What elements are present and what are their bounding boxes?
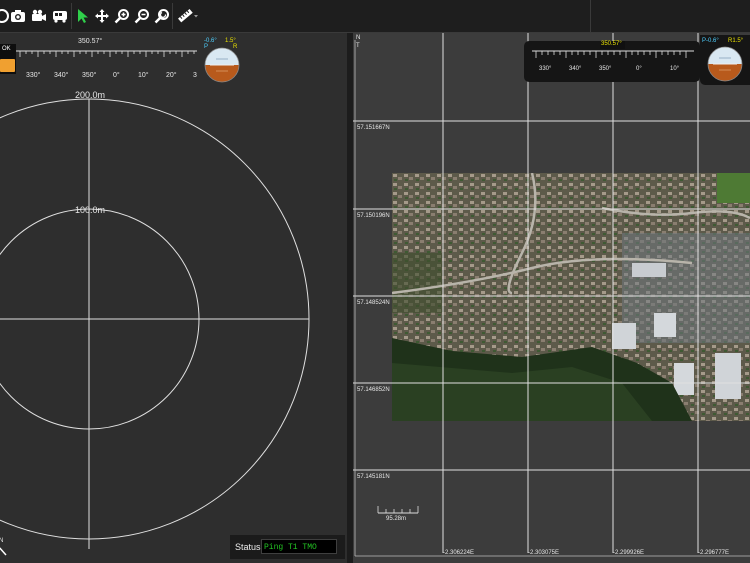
zoom-fit-icon[interactable] [153,7,170,24]
select-cursor-icon[interactable] [74,7,91,24]
map-pitch-label: P-0.6° [702,38,719,44]
map-heading-value: 350.57° [601,41,622,47]
north-arrow-icon [0,547,7,556]
lat-label: 57.146852N [357,387,390,393]
status-value: Ping T1 TMO [261,539,337,554]
range-rings [0,98,310,549]
range-outer-label: 200.0m [75,90,106,100]
zoom-in-icon[interactable] [113,7,130,24]
status-bar: Status Ping T1 TMO [230,535,345,559]
zoom-out-icon[interactable] [133,7,150,24]
north-mark: N [0,538,4,544]
toolbar-right-panel [590,0,750,32]
north-arrow: N [0,538,8,558]
lat-label: 57.145181N [357,474,390,480]
lon-label: -2.303075E [528,550,560,556]
true-mark: T [356,43,360,49]
video-camera-icon[interactable] [30,7,47,24]
status-label: Status [235,542,261,552]
map-tape-label: 330° [539,66,552,72]
map-tape-label: 340° [569,66,582,72]
main-toolbar [0,0,750,33]
lon-label: -2.299926E [613,550,645,556]
lat-label: 57.151667N [357,125,390,131]
map-grid [353,33,750,557]
scale-bar-ruler [377,506,419,514]
scale-label: 95.28m [386,516,407,522]
toolbar-separator [71,3,72,29]
map-tape-label: 10° [670,66,680,72]
map-heading-tape-scale [532,41,694,58]
scale-bar: 95.28m [376,503,420,529]
measure-ruler-icon[interactable] [177,7,199,24]
map-roll-label: R1.5° [728,38,744,44]
lon-label: -2.306224E [443,550,475,556]
toolbar-separator [172,3,173,29]
map-tape-label: 350° [599,66,612,72]
pan-move-icon[interactable] [93,7,110,24]
map-attitude-indicator: P-0.6° R1.5° [700,35,750,85]
range-inner-label: 100.0m [75,205,106,215]
lat-label: 57.148524N [357,300,390,306]
radar-view-panel[interactable]: OK 350.57° 330° 340° 350° 0° 10° 20° 3 -… [0,33,347,563]
map-heading-tape: 350.57° 330° 340° 350° 0° 10° [524,41,700,82]
map-tape-label: 0° [636,66,642,72]
lon-label: -2.296777E [698,550,730,556]
map-view-panel[interactable]: N T 57.151667N 57.150196N 57.148524N 57.… [353,33,750,563]
lat-label: 57.150196N [357,213,390,219]
camera-icon[interactable] [9,7,26,24]
map-artificial-horizon [707,46,743,82]
north-mark: N [356,35,361,41]
bus-icon[interactable] [51,7,68,24]
